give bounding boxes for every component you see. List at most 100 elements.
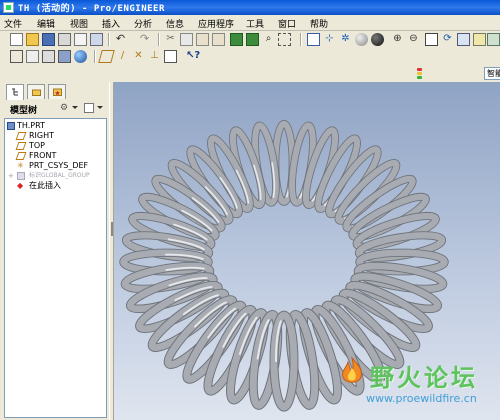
view-manager-icon[interactable]	[487, 33, 500, 46]
tree-settings-icon[interactable]: ⚙	[60, 103, 70, 113]
spin-center-icon[interactable]: ⊹	[323, 33, 336, 46]
display-style-icon[interactable]	[371, 33, 384, 46]
tree-item-label: PRT_CSYS_DEF	[29, 161, 89, 170]
spring-coil	[269, 310, 299, 412]
watermark: 野火论坛 www.proewildfire.cn	[336, 352, 496, 414]
model-tree-header: 模型树 ⚙	[2, 100, 107, 117]
print-icon[interactable]	[58, 33, 71, 46]
part-icon	[7, 122, 15, 130]
display-toolbar: / ✕ ⊥ ↖?	[0, 48, 500, 65]
title-bar: TH (活动的) - Pro/ENGINEER	[0, 0, 500, 15]
enhanced-realism-icon[interactable]	[74, 50, 87, 63]
menu-info[interactable]: 信息	[166, 17, 184, 30]
find-icon[interactable]: ⌕	[262, 33, 275, 46]
datum-plane-icon	[15, 132, 27, 140]
flame-logo-icon	[342, 356, 362, 383]
annotation-display-icon[interactable]	[164, 50, 177, 63]
navigator-tabs	[2, 84, 107, 100]
undo-icon[interactable]: ↶	[114, 33, 127, 46]
model-tree: TH.PRT RIGHT TOP FRONT ✳ PRT_CSYS_DEF + …	[4, 118, 107, 418]
shading-icon[interactable]	[58, 50, 71, 63]
repaint-icon[interactable]	[307, 33, 320, 46]
zoom-out-icon[interactable]: ⊖	[407, 33, 420, 46]
shade-icon[interactable]	[355, 33, 368, 46]
menu-help[interactable]: 帮助	[310, 17, 328, 30]
new-icon[interactable]	[10, 33, 23, 46]
datum-plane-icon	[15, 152, 27, 160]
layers-icon[interactable]	[473, 33, 486, 46]
wireframe-icon[interactable]	[10, 50, 23, 63]
csys-icon: ✳	[17, 161, 24, 170]
tree-item-front[interactable]: FRONT	[5, 151, 105, 161]
favorites-icon	[53, 88, 62, 96]
redo-icon[interactable]: ↷	[138, 33, 151, 46]
navigator-panel: 模型树 ⚙ TH.PRT RIGHT TOP FRONT ✳ PRT_CSYS_…	[0, 82, 109, 420]
zoom-in-icon[interactable]: ⊕	[391, 33, 404, 46]
graphics-viewport[interactable]: 野火论坛 www.proewildfire.cn	[114, 82, 500, 420]
tree-item-label: 在此插入	[29, 181, 61, 190]
chevron-down-icon[interactable]	[97, 106, 103, 109]
insert-here-icon: ◆	[17, 181, 24, 190]
menu-view[interactable]: 视图	[70, 17, 88, 30]
menu-file[interactable]: 文件	[4, 17, 22, 30]
tree-item-label: FRONT	[29, 151, 57, 160]
no-hidden-icon[interactable]	[42, 50, 55, 63]
hidden-line-icon[interactable]	[26, 50, 39, 63]
model-tree-tab[interactable]	[6, 84, 24, 100]
tree-item-part[interactable]: TH.PRT	[5, 121, 105, 131]
regen-status-icon	[417, 68, 422, 79]
datum-plane-icon	[15, 142, 27, 150]
smart-filter-select[interactable]: 智能	[484, 67, 500, 80]
open-icon[interactable]	[26, 33, 39, 46]
menu-bar: 文件 编辑 视图 插入 分析 信息 应用程序 工具 窗口 帮助	[0, 15, 500, 31]
folder-browser-tab[interactable]	[27, 84, 45, 99]
window-title: TH (活动的) - Pro/ENGINEER	[18, 4, 165, 14]
point-display-icon[interactable]: ✕	[132, 50, 145, 63]
status-row: 智能	[0, 65, 500, 83]
menu-window[interactable]: 窗口	[278, 17, 296, 30]
tree-item-top[interactable]: TOP	[5, 141, 105, 151]
menu-edit[interactable]: 编辑	[37, 17, 55, 30]
tree-item-insert-here[interactable]: ◆ 在此插入	[5, 181, 105, 191]
favorites-tab[interactable]	[48, 84, 66, 99]
main-toolbar: ↶ ↷ ✂ ⌕ ⊹ ✲ ⊕ ⊖ ⟳	[0, 31, 500, 48]
plane-display-icon[interactable]	[98, 50, 115, 63]
menu-tools[interactable]: 工具	[246, 17, 264, 30]
orient-icon[interactable]: ✲	[339, 33, 352, 46]
tree-item-group[interactable]: + 标识GLOBAL_GROUP	[5, 171, 105, 181]
tree-item-label: TOP	[29, 141, 46, 150]
save-icon[interactable]	[42, 33, 55, 46]
tree-item-label: 标识GLOBAL_GROUP	[29, 172, 90, 179]
regenerate-icon[interactable]	[230, 33, 243, 46]
paste-icon[interactable]	[196, 33, 209, 46]
csys-display-icon[interactable]: ⊥	[148, 50, 161, 63]
tree-item-label: RIGHT	[29, 131, 55, 140]
copy-icon[interactable]	[180, 33, 193, 46]
watermark-url: www.proewildfire.cn	[366, 392, 477, 405]
cut-icon[interactable]: ✂	[164, 33, 177, 46]
menu-insert[interactable]: 插入	[102, 17, 120, 30]
watermark-text: 野火论坛	[370, 364, 478, 392]
expand-icon[interactable]: +	[8, 172, 16, 180]
group-icon	[17, 172, 25, 180]
reorient-icon[interactable]: ⟳	[441, 33, 454, 46]
chevron-down-icon[interactable]	[72, 106, 78, 109]
model-tree-title: 模型树	[10, 106, 38, 116]
app-icon	[3, 2, 14, 13]
copy-file-icon[interactable]	[90, 33, 103, 46]
tree-item-csys[interactable]: ✳ PRT_CSYS_DEF	[5, 161, 105, 171]
regen-manager-icon[interactable]	[246, 33, 259, 46]
menu-applications[interactable]: 应用程序	[198, 17, 234, 30]
context-help-icon[interactable]: ↖?	[186, 50, 200, 63]
select-box-icon[interactable]	[278, 33, 291, 46]
saved-views-icon[interactable]	[457, 33, 470, 46]
show-menu-icon[interactable]	[84, 103, 94, 113]
axis-display-icon[interactable]: /	[116, 50, 129, 63]
tree-item-label: TH.PRT	[17, 121, 45, 130]
refit-icon[interactable]	[425, 33, 438, 46]
paste-special-icon[interactable]	[212, 33, 225, 46]
model-tree-icon	[12, 88, 18, 96]
email-icon[interactable]	[74, 33, 87, 46]
tree-item-right[interactable]: RIGHT	[5, 131, 105, 141]
menu-analysis[interactable]: 分析	[134, 17, 152, 30]
